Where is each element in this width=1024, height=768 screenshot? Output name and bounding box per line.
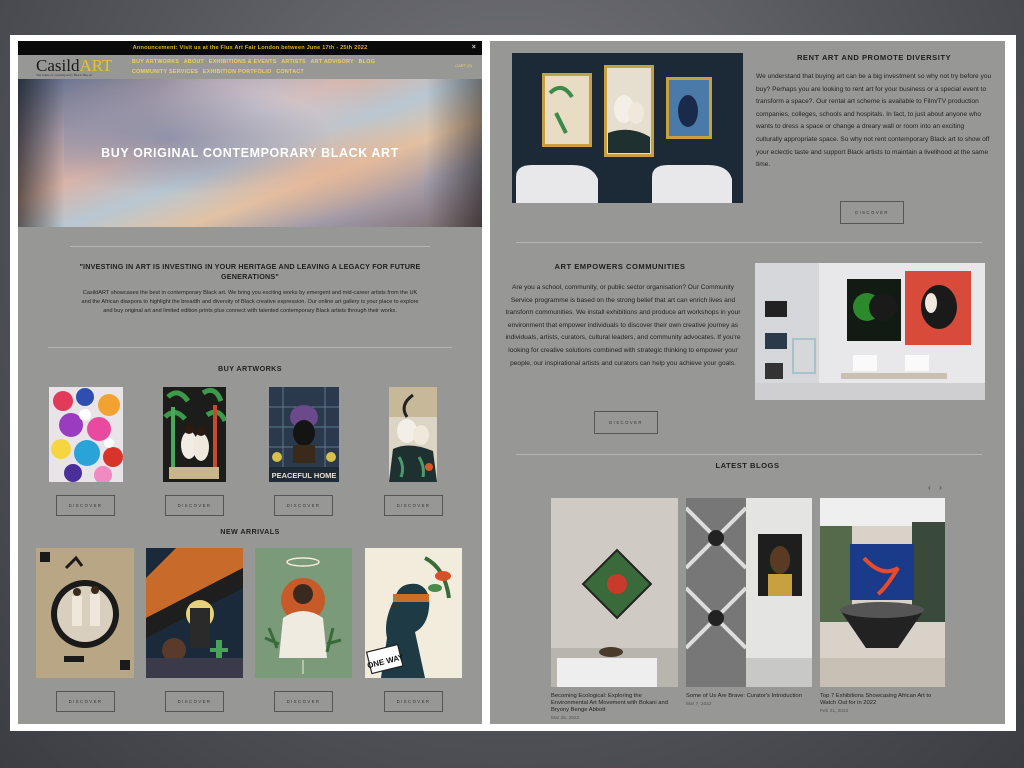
intro-text: CasildART showcases the best in contempo… [81, 290, 419, 315]
artwork-one-way[interactable]: ONE WAY [365, 548, 462, 678]
blog-date: Mar 25, 2022 [551, 716, 580, 721]
artwork-peaceful-home[interactable]: PEACEFUL HOME [269, 387, 339, 482]
nav-exhibition-portfolio[interactable]: EXHIBITION PORTFOLIO [203, 69, 272, 75]
cart-link[interactable]: CART (0) [455, 63, 472, 68]
community-title: ART EMPOWERS COMMUNITIES [554, 262, 686, 271]
community-photo-exhibition [755, 263, 985, 400]
nav-contact[interactable]: CONTACT [276, 69, 304, 75]
discover-button[interactable]: DISCOVER [274, 691, 333, 712]
divider [516, 454, 982, 455]
community-text: Are you a school, community, or public s… [505, 284, 741, 367]
heritage-quote: "INVESTING IN ART IS INVESTING IN YOUR H… [79, 262, 421, 281]
home-page-top: Announcement: Visit us at the Flux Art F… [18, 41, 482, 724]
divider [516, 242, 982, 243]
nav-blog[interactable]: BLOG [359, 59, 376, 65]
home-page-bottom: RENT ART AND PROMOTE DIVERSITY We unders… [490, 41, 1005, 724]
discover-button[interactable]: DISCOVER [384, 691, 443, 712]
blog-date: Feb 21, 2022 [820, 709, 849, 714]
nav-exhibitions-events[interactable]: EXHIBITIONS & EVENTS [209, 59, 277, 65]
artwork-abstract-colour[interactable] [49, 387, 123, 482]
artwork-collage-diagonal[interactable] [146, 548, 243, 678]
discover-button[interactable]: DISCOVER [384, 495, 443, 516]
nav-community-services[interactable]: COMMUNITY SERVICES [132, 69, 198, 75]
discover-button[interactable]: DISCOVER [165, 495, 224, 516]
hero-banner: BUY ORIGINAL CONTEMPORARY BLACK ART [18, 79, 482, 227]
rent-photo-interior [512, 53, 743, 203]
discover-button[interactable]: DISCOVER [165, 691, 224, 712]
announcement-text: Announcement: Visit us at the Flux Art F… [132, 45, 368, 51]
close-icon[interactable]: × [472, 41, 476, 55]
nav-artists[interactable]: ARTISTS [281, 59, 306, 65]
carousel-next-icon[interactable]: › [939, 483, 942, 492]
blog-date: Mar 7, 2022 [686, 702, 712, 707]
rent-text: We understand that buying art can be a b… [756, 73, 992, 169]
blog-image-ecological[interactable] [551, 498, 678, 687]
logo-tagline: The home of contemporary Black fine art [36, 73, 93, 77]
announcement-bar[interactable]: Announcement: Visit us at the Flux Art F… [18, 41, 482, 55]
discover-button[interactable]: DISCOVER [56, 495, 115, 516]
logo-accent: ART [79, 58, 113, 73]
logo[interactable]: Casild ART The home of contemporary Black… [36, 57, 112, 77]
main-nav: BUY ARTWORKS ABOUT EXHIBITIONS & EVENTS … [132, 57, 432, 77]
hero-title: BUY ORIGINAL CONTEMPORARY BLACK ART [101, 146, 399, 160]
nav-art-advisory[interactable]: ART ADVISORY [311, 59, 354, 65]
blog-title[interactable]: Some of Us Are Brave: Curator's Introduc… [686, 693, 812, 700]
discover-button[interactable]: DISCOVER [840, 201, 904, 224]
artwork-caption: PEACEFUL HOME [272, 471, 337, 480]
artwork-collage-green[interactable] [255, 548, 352, 678]
blog-image-brave[interactable] [686, 498, 812, 687]
discover-button[interactable]: DISCOVER [594, 411, 658, 434]
latest-blogs-title: LATEST BLOGS [715, 461, 780, 470]
divider [70, 246, 430, 247]
nav-about[interactable]: ABOUT [184, 59, 204, 65]
carousel-prev-icon[interactable]: ‹ [928, 483, 931, 492]
new-arrivals-title: NEW ARRIVALS [220, 527, 280, 536]
header: Casild ART The home of contemporary Black… [18, 55, 482, 79]
divider [48, 347, 452, 348]
rent-title: RENT ART AND PROMOTE DIVERSITY [796, 53, 952, 62]
blog-title[interactable]: Becoming Ecological: Exploring the Envir… [551, 693, 678, 714]
artwork-jungle-figures[interactable] [163, 387, 226, 482]
nav-buy-artworks[interactable]: BUY ARTWORKS [132, 59, 179, 65]
artwork-collage-circle[interactable] [36, 548, 134, 678]
buy-artworks-title: BUY ARTWORKS [218, 364, 282, 373]
blog-image-exhibitions[interactable] [820, 498, 945, 687]
artwork-mother-child[interactable] [389, 387, 437, 482]
discover-button[interactable]: DISCOVER [56, 691, 115, 712]
discover-button[interactable]: DISCOVER [274, 495, 333, 516]
blog-title[interactable]: Top 7 Exhibitions Showcasing African Art… [820, 693, 945, 707]
